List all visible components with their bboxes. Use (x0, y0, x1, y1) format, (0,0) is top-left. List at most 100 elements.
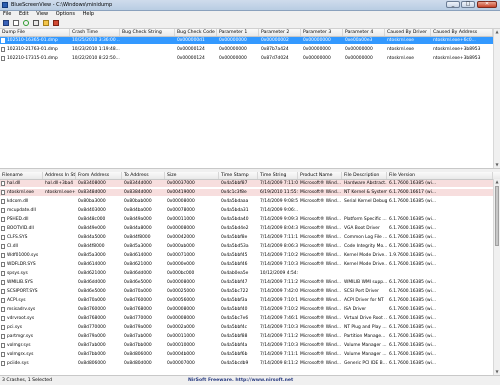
table-row[interactable]: spsys.sys 0x8d621000 0x8d6dd000 0x000bc000 0… (0, 270, 500, 277)
table-cell: 0x00056000 (167, 298, 195, 303)
table-cell: 0x8d6dd000 (78, 280, 106, 285)
table-cell: msisadrv.sys (7, 307, 36, 312)
save-icon[interactable] (2, 19, 10, 27)
table-cell: Wdf01000.sys (7, 253, 39, 258)
column-header[interactable]: Address In St... (43, 172, 76, 179)
table-row[interactable]: BOOTVID.dll 0x8d49e000 0x8d4a8000 0x0000800… (0, 225, 500, 232)
nirsoft-link[interactable]: NirSoft Freeware. http://www.nirsoft.net (188, 377, 293, 384)
table-cell: 0x00000124 (177, 56, 205, 61)
table-cell: 0x4a5bda31 (221, 208, 249, 213)
table-cell: 0x4a5bd53a (221, 244, 249, 249)
scroll-up-icon[interactable]: ▲ (494, 179, 500, 185)
table-row[interactable]: CLFS.SYS 0x8d4a5000 0x8d4f8000 0x00042000 0x… (0, 234, 500, 241)
column-header[interactable]: Time Stamp (219, 172, 258, 179)
properties-icon[interactable] (32, 19, 40, 27)
driver-list-scrollbar[interactable]: ▲ ▼ (493, 179, 500, 375)
column-header[interactable]: Bug Check String (120, 29, 175, 36)
scroll-thumb[interactable] (495, 186, 499, 246)
table-cell (43, 279, 76, 286)
table-row[interactable]: mcupdate.dll 0x8d403000 0x8d4ba000 0x000780… (0, 207, 500, 214)
column-header[interactable]: File Description (342, 172, 387, 179)
close-button[interactable]: ✕ (477, 1, 497, 8)
column-header[interactable]: Caused By Address (431, 29, 493, 36)
driver-list[interactable]: FilenameAddress In St...From AddressTo A… (0, 172, 500, 375)
column-header[interactable]: Parameter 3 (301, 29, 343, 36)
column-header[interactable]: Size (165, 172, 219, 179)
column-header[interactable]: Parameter 4 (343, 29, 385, 36)
table-cell: 0x4a5bbf6b (221, 352, 248, 357)
table-row[interactable]: 102510-16365-01.dmp 10/25/2010 3:36:00 ..… (0, 37, 500, 44)
exit-icon[interactable] (52, 19, 60, 27)
table-row[interactable]: 102210-17315-01.dmp 10/22/2010 8:22:50...… (0, 55, 500, 62)
table-row[interactable]: volmgrx.sys 0x8d7bb000 0x8d806000 0x0004b00… (0, 351, 500, 358)
column-header[interactable]: Time String (258, 172, 298, 179)
table-cell: 0x00025000 (167, 289, 195, 294)
table-row[interactable]: msisadrv.sys 0x8d760000 0x8d768000 0x000080… (0, 306, 500, 313)
table-row[interactable]: ACPI.sys 0x8d70a000 0x8d760000 0x00056000 0x… (0, 297, 500, 304)
table-cell: Hardware Abstract... (344, 181, 387, 186)
table-cell: Microsoft® Wind... (300, 307, 341, 312)
table-row[interactable]: CI.dll 0x8d4f8000 0x8d5a3000 0x000ab000 0x4a… (0, 243, 500, 250)
dump-list[interactable]: Dump File Crash Time Bug Check String Bug C… (0, 29, 500, 168)
table-cell: 0x4a5bc722 (221, 289, 249, 294)
table-row[interactable]: 102310-21763-01.dmp 10/23/2010 1:19:48...… (0, 46, 500, 53)
table-row[interactable]: PSHED.dll 0x8d48c000 0x8d49a000 0x00011000 0… (0, 216, 500, 223)
table-cell (43, 315, 76, 322)
menu-edit[interactable]: Edit (16, 11, 32, 18)
menu-options[interactable]: Options (53, 11, 78, 18)
table-cell: Kernel Mode Drive... (344, 253, 387, 258)
table-cell: mcupdate.dll (7, 208, 36, 213)
dump-list-scrollbar[interactable]: ▲ ▼ (493, 29, 500, 168)
title-bar[interactable]: BlueScreenView - C:\Windows\minidump _ □… (0, 0, 500, 11)
refresh-icon[interactable] (22, 19, 30, 27)
column-header[interactable]: Parameter 1 (217, 29, 259, 36)
scroll-up-icon[interactable]: ▲ (494, 29, 500, 35)
table-cell: 0x8d6e5000 (124, 280, 152, 285)
column-header[interactable]: Crash Time (70, 29, 120, 36)
table-row[interactable]: Wdf01000.sys 0x8d5a3000 0x8d614000 0x000710… (0, 252, 500, 259)
column-header[interactable]: To Address (122, 172, 165, 179)
menu-view[interactable]: View (33, 11, 51, 18)
table-cell: 7/14/2009 7:10:34 ... (260, 343, 298, 348)
table-row[interactable]: volmgr.sys 0x8d7ab000 0x8d7bb000 0x00010000… (0, 342, 500, 349)
table-row[interactable]: ntoskrnl.exe ntoskrnl.exe+331c30x8348d000… (0, 189, 500, 196)
table-cell (120, 46, 175, 53)
menu-bar: File Edit View Options Help (0, 11, 500, 18)
table-row[interactable]: kdcom.dll 0x80ba3000 0x80bab000 0x00008000 0… (0, 198, 500, 205)
table-cell: 0x8d760000 (78, 307, 106, 312)
table-row[interactable]: WMILIB.SYS 0x8d6dd000 0x8d6e5000 0x00008000… (0, 279, 500, 286)
table-cell: 0x8d6e5000 (78, 289, 106, 294)
column-header[interactable]: Dump File (0, 29, 70, 36)
table-cell: Microsoft® Wind... (300, 280, 341, 285)
column-header[interactable]: Parameter 2 (259, 29, 301, 36)
column-header[interactable]: Filename (0, 172, 43, 179)
table-cell: 0x00007000 (167, 361, 195, 366)
column-header[interactable]: Product Name (298, 172, 342, 179)
table-row[interactable]: pciide.sys 0x8d806000 0x8d80d000 0x00007000… (0, 360, 500, 367)
table-row[interactable]: SCSIPORT.SYS 0x8d6e5000 0x8d70a000 0x000250… (0, 288, 500, 295)
table-row[interactable]: hal.dll hal.dll+3ba4 0x83408000 0x8344d000 0… (0, 180, 500, 187)
table-cell (43, 306, 76, 313)
table-cell: 0x8d614000 (78, 262, 106, 267)
column-header[interactable]: File Version (387, 172, 493, 179)
table-cell: 7/14/2009 9:09:36 ... (260, 217, 298, 222)
table-cell: 102310-21763-01.dmp (7, 47, 58, 52)
table-row[interactable]: partmgr.sys 0x8d79a000 0x8d7ab000 0x0001100… (0, 333, 500, 340)
table-row[interactable]: WDFLDR.SYS 0x8d614000 0x8d621000 0x0000e000… (0, 261, 500, 268)
menu-help[interactable]: Help (80, 11, 97, 18)
table-cell: 6.1.7600.16385 (wi... (389, 343, 437, 348)
table-cell: Volume Manager ... (344, 352, 387, 357)
minimize-button[interactable]: _ (446, 1, 460, 8)
open-icon[interactable] (42, 19, 50, 27)
table-cell: 0x8d621000 (124, 262, 152, 267)
column-header[interactable]: From Address (76, 172, 122, 179)
table-cell: 7/14/2009 7:11:19 ... (260, 352, 298, 357)
table-row[interactable]: pci.sys 0x8d770000 0x8d79a000 0x0002a000 0x4… (0, 324, 500, 331)
table-row[interactable]: vdrvroot.sys 0x8d768000 0x8d770000 0x000080… (0, 315, 500, 322)
column-header[interactable]: Bug Check Code (175, 29, 217, 36)
copy-icon[interactable] (12, 19, 20, 27)
column-header[interactable]: Caused By Driver (385, 29, 431, 36)
menu-file[interactable]: File (0, 11, 14, 18)
table-cell: 7/14/2009 7:42:01 ... (260, 289, 298, 294)
maximize-button[interactable]: □ (461, 1, 475, 8)
